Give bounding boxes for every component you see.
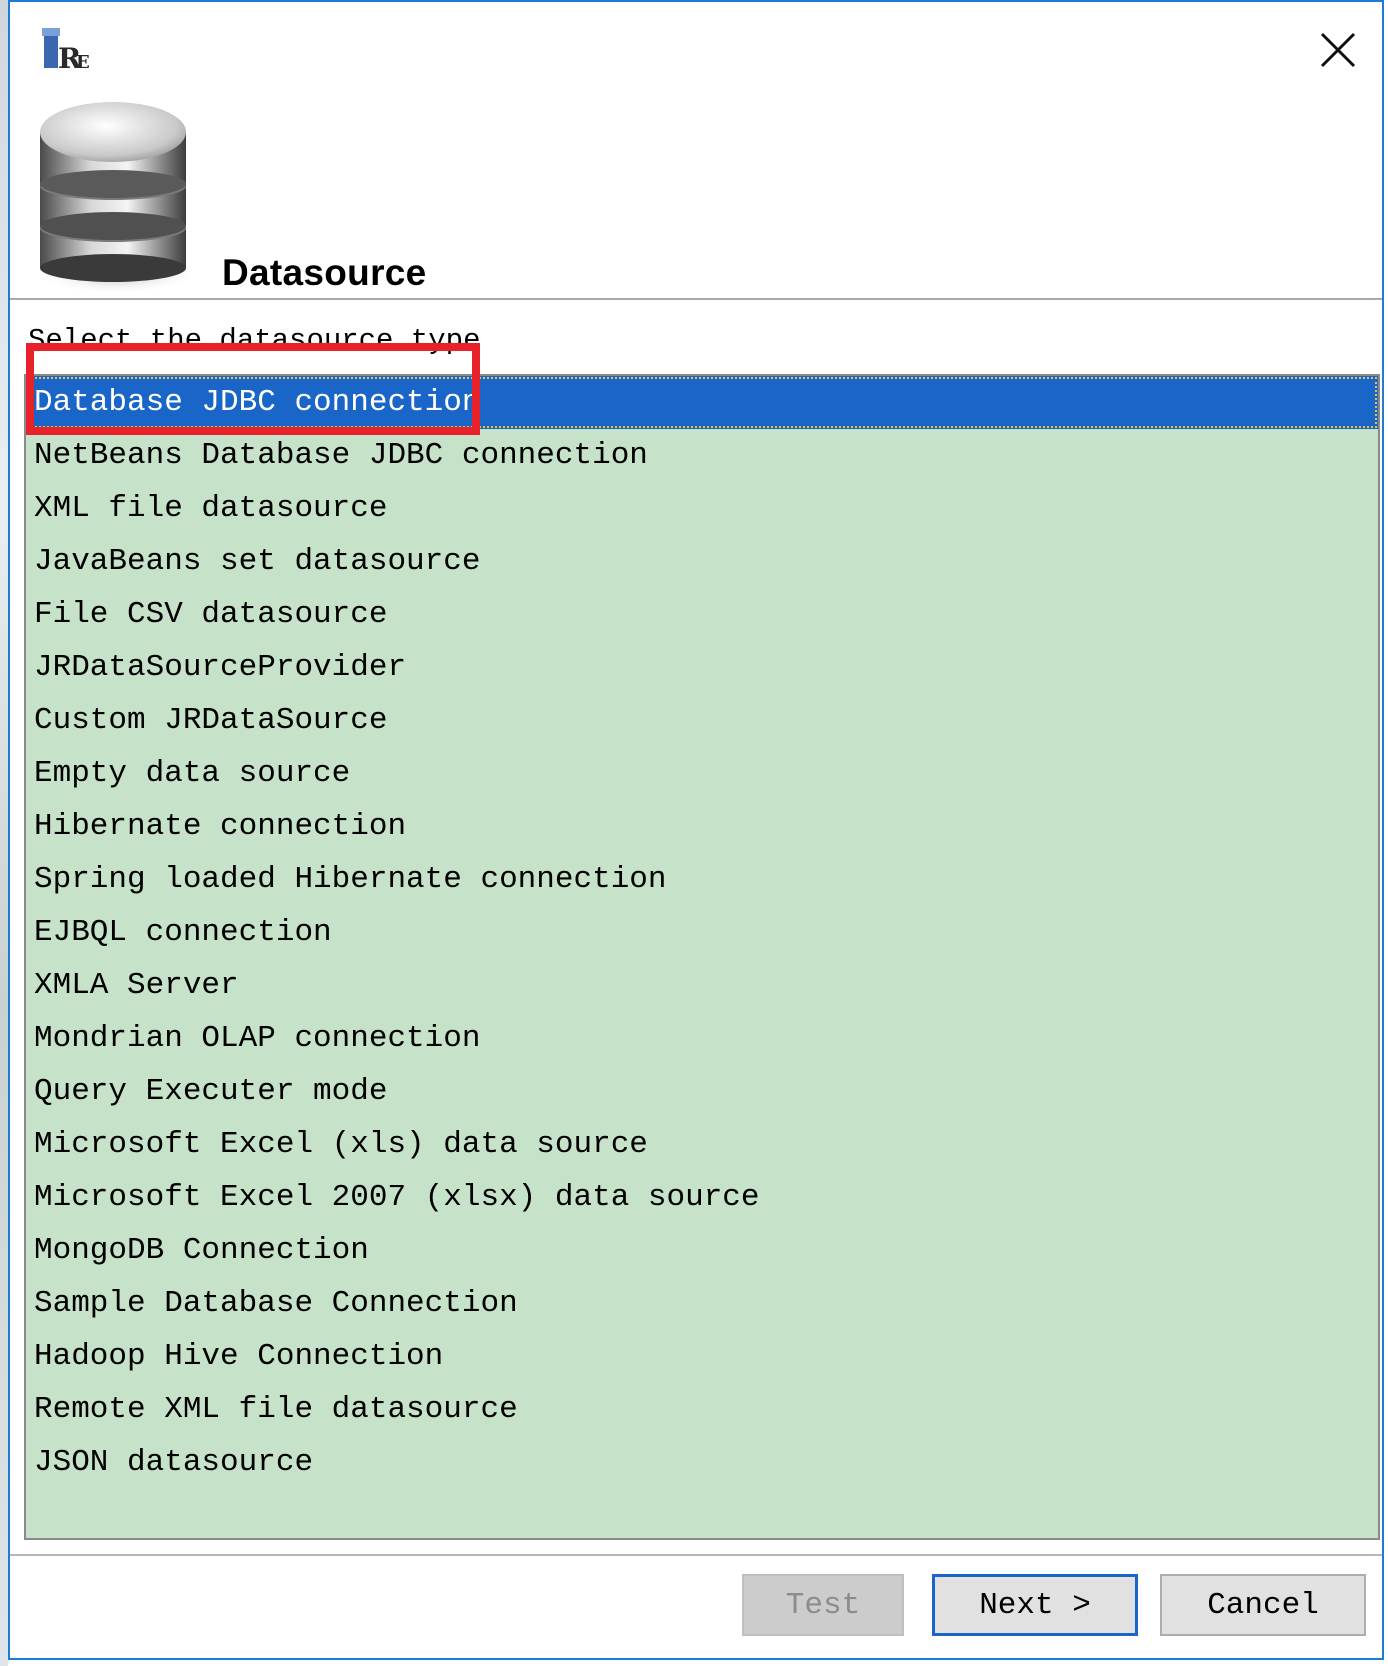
datasource-type-item[interactable]: MongoDB Connection — [26, 1224, 1378, 1277]
close-button[interactable] — [1306, 18, 1370, 82]
datasource-type-item[interactable]: XML file datasource — [26, 482, 1378, 535]
datasource-type-item[interactable]: NetBeans Database JDBC connection — [26, 429, 1378, 482]
ireport-app-icon: R E — [40, 24, 96, 76]
datasource-type-item[interactable]: Database JDBC connection — [26, 376, 1378, 429]
screen: R E Datasource Select the datasource typ… — [0, 0, 1388, 1666]
next-button[interactable]: Next > — [932, 1574, 1138, 1636]
datasource-type-item[interactable]: Hibernate connection — [26, 800, 1378, 853]
datasource-type-item[interactable]: Microsoft Excel (xls) data source — [26, 1118, 1378, 1171]
datasource-type-item[interactable]: Query Executer mode — [26, 1065, 1378, 1118]
datasource-type-item[interactable]: JSON datasource — [26, 1436, 1378, 1489]
datasource-type-item[interactable]: Microsoft Excel 2007 (xlsx) data source — [26, 1171, 1378, 1224]
datasource-type-item[interactable]: JRDataSourceProvider — [26, 641, 1378, 694]
svg-text:E: E — [76, 52, 90, 73]
datasource-type-item[interactable]: JavaBeans set datasource — [26, 535, 1378, 588]
datasource-dialog: R E Datasource Select the datasource typ… — [8, 0, 1384, 1660]
datasource-type-item[interactable]: Remote XML file datasource — [26, 1383, 1378, 1436]
cancel-button[interactable]: Cancel — [1160, 1574, 1366, 1636]
datasource-type-item[interactable]: Hadoop Hive Connection — [26, 1330, 1378, 1383]
database-icon — [32, 98, 202, 298]
datasource-type-item[interactable]: Empty data source — [26, 747, 1378, 800]
datasource-type-item[interactable]: XMLA Server — [26, 959, 1378, 1012]
datasource-type-list[interactable]: Database JDBC connection NetBeans Databas… — [24, 374, 1380, 1540]
datasource-type-item[interactable]: File CSV datasource — [26, 588, 1378, 641]
datasource-type-item[interactable]: EJBQL connection — [26, 906, 1378, 959]
datasource-type-item[interactable]: Custom JRDataSource — [26, 694, 1378, 747]
datasource-type-item[interactable]: Spring loaded Hibernate connection — [26, 853, 1378, 906]
footer-divider — [10, 1554, 1382, 1556]
datasource-type-item[interactable]: Mondrian OLAP connection — [26, 1012, 1378, 1065]
header-divider — [10, 298, 1382, 300]
close-icon — [1320, 32, 1356, 68]
desktop-background-strip — [0, 0, 8, 1666]
datasource-type-prompt: Select the datasource type — [28, 324, 481, 357]
test-button[interactable]: Test — [742, 1574, 904, 1636]
dialog-title: Datasource — [222, 252, 427, 293]
datasource-type-item[interactable]: Sample Database Connection — [26, 1277, 1378, 1330]
